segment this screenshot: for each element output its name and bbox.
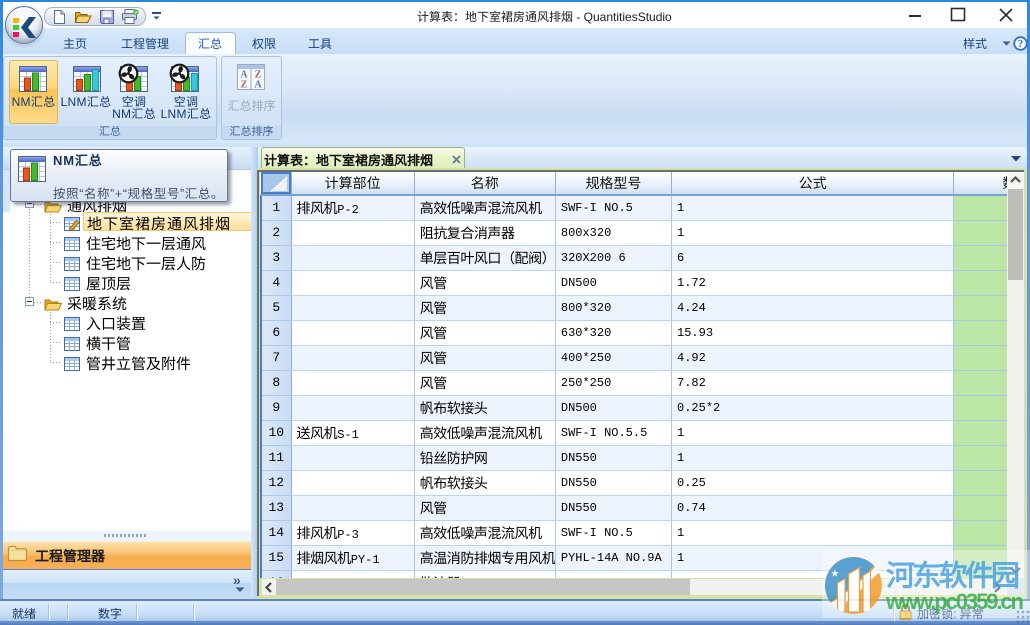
svg-text:Z: Z [241, 80, 248, 91]
svg-text:A: A [254, 80, 262, 91]
svg-text:?: ? [1018, 38, 1024, 50]
svg-text:www.pc0359.cn: www.pc0359.cn [885, 589, 1024, 614]
